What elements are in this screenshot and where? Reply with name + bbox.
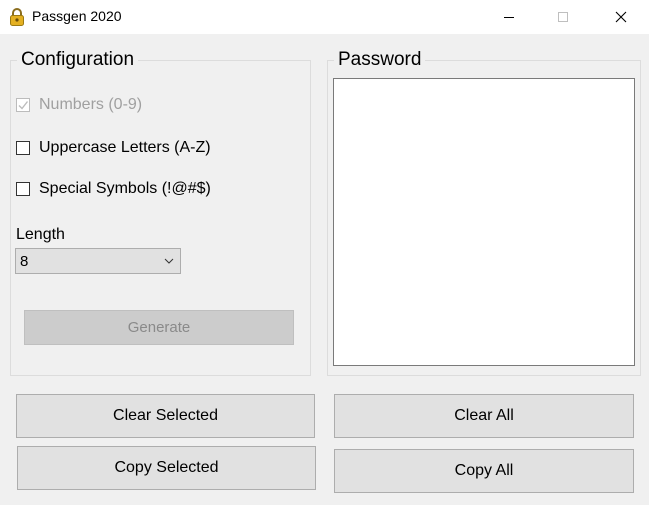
clear-all-button[interactable]: Clear All bbox=[334, 394, 634, 438]
copy-all-button[interactable]: Copy All bbox=[334, 449, 634, 493]
checkbox-box bbox=[16, 98, 30, 112]
generate-button[interactable]: Generate bbox=[24, 310, 294, 345]
maximize-icon bbox=[558, 12, 568, 22]
chevron-down-icon bbox=[164, 258, 174, 264]
configuration-legend: Configuration bbox=[21, 49, 135, 70]
checkmark-icon bbox=[18, 101, 29, 110]
clear-selected-button[interactable]: Clear Selected bbox=[16, 394, 315, 438]
maximize-button[interactable] bbox=[540, 0, 586, 34]
minimize-button[interactable] bbox=[486, 0, 532, 34]
numbers-checkbox[interactable]: Numbers (0-9) bbox=[16, 95, 142, 115]
length-select[interactable]: 8 bbox=[15, 248, 181, 274]
numbers-label: Numbers (0-9) bbox=[39, 96, 143, 113]
close-icon bbox=[615, 11, 627, 23]
minimize-icon bbox=[504, 17, 514, 18]
padlock-icon bbox=[9, 8, 25, 26]
checkbox-box bbox=[16, 141, 30, 155]
uppercase-label: Uppercase Letters (A-Z) bbox=[39, 139, 211, 156]
length-label: Length bbox=[16, 226, 65, 243]
uppercase-checkbox[interactable]: Uppercase Letters (A-Z) bbox=[16, 138, 211, 158]
special-symbols-checkbox[interactable]: Special Symbols (!@#$) bbox=[16, 179, 211, 199]
password-output[interactable] bbox=[333, 78, 635, 366]
length-value: 8 bbox=[20, 252, 29, 270]
special-symbols-label: Special Symbols (!@#$) bbox=[39, 180, 211, 197]
close-button[interactable] bbox=[598, 0, 644, 34]
checkbox-box bbox=[16, 182, 30, 196]
copy-selected-button[interactable]: Copy Selected bbox=[17, 446, 316, 490]
window-title: Passgen 2020 bbox=[32, 8, 122, 24]
password-legend: Password bbox=[338, 49, 422, 70]
title-bar[interactable]: Passgen 2020 bbox=[0, 0, 649, 34]
